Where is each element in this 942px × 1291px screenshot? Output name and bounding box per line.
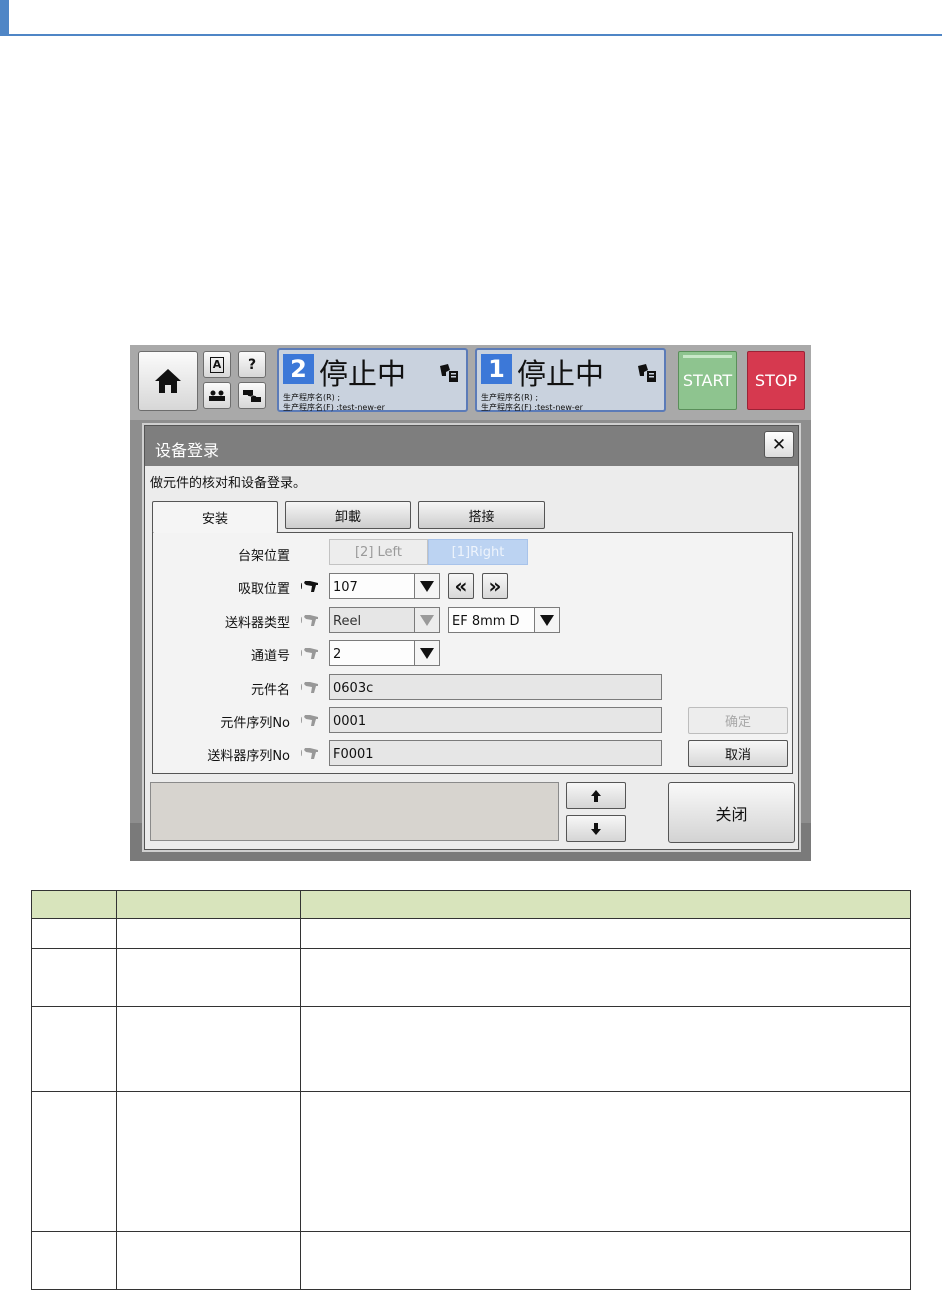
lane-label: 通道号 [250, 649, 290, 664]
pick-label: 吸取位置 [237, 582, 290, 597]
feeder-type-label: 送料器类型 [224, 616, 290, 631]
table-row [31, 1006, 911, 1092]
language-icon: A [209, 356, 225, 373]
confirm-button[interactable]: 确定 [688, 707, 788, 734]
scroll-up-button[interactable] [566, 782, 626, 809]
users-icon [209, 390, 225, 401]
rack-right-option[interactable]: [1]Right [428, 539, 528, 565]
scanner-icon [301, 648, 318, 659]
scanner-icon [301, 682, 318, 693]
part-serial-label: 元件序列No [220, 716, 290, 731]
arrow-down-icon [591, 822, 601, 835]
pick-position-select[interactable]: 107 [329, 573, 415, 599]
help-icon: ? [247, 356, 257, 373]
dialog-description: 做元件的核对和设备登录。 [150, 476, 307, 491]
cancel-button[interactable]: 取消 [688, 740, 788, 767]
feeder-type-select: Reel [329, 607, 415, 633]
feeder-type-dropdown [414, 607, 440, 633]
program-f: 生产程序名(F) :test-new-er [481, 403, 583, 412]
lane-number: 2 [283, 354, 314, 384]
lane-select[interactable]: 2 [329, 640, 415, 666]
scanner-icon [301, 581, 318, 592]
language-button[interactable]: A [203, 351, 231, 378]
rack-left-option[interactable]: [2] Left [329, 539, 428, 565]
home-icon [155, 369, 181, 393]
lane-number: 1 [481, 354, 512, 384]
part-serial-field[interactable]: 0001 [329, 707, 662, 733]
machine-screenshot: A ? 2 停止中 生产程序名(R) ; 生产程序名(F) :test-new-… [130, 345, 811, 861]
hand-icon [440, 364, 458, 382]
table-row [31, 948, 911, 1007]
description-table [31, 890, 911, 1290]
part-name-field[interactable]: 0603c [329, 674, 662, 700]
start-button[interactable]: START [678, 351, 737, 410]
header-accent [0, 0, 9, 36]
lane-state: 停止中 [319, 357, 407, 391]
tab-splice[interactable]: 搭接 [418, 501, 545, 529]
header-rule [0, 34, 942, 36]
dialog-title: 设备登录 [145, 426, 798, 466]
chevron-down-icon [420, 647, 434, 659]
table-header-cell [116, 890, 301, 919]
table-row [31, 1231, 911, 1290]
home-button[interactable] [138, 351, 198, 411]
install-form: 台架位置 [2] Left [1]Right 吸取位置 107 « » 送料器类… [152, 532, 793, 774]
feeder-model-dropdown[interactable] [534, 607, 560, 633]
chevron-down-icon [540, 614, 554, 626]
table-row [31, 1091, 911, 1232]
lane-dropdown[interactable] [414, 640, 440, 666]
chevron-down-icon [420, 614, 434, 626]
machine-toolbar: A ? 2 停止中 生产程序名(R) ; 生产程序名(F) :test-new-… [130, 345, 811, 420]
network-icon [243, 389, 261, 402]
message-area [150, 782, 559, 841]
dialog-close-button[interactable]: ✕ [764, 431, 794, 458]
scanner-icon [301, 615, 318, 626]
help-button[interactable]: ? [238, 351, 266, 378]
scroll-down-button[interactable] [566, 815, 626, 842]
feeder-serial-label: 送料器序列No [207, 749, 290, 764]
arrow-up-icon [591, 789, 601, 802]
close-dialog-button[interactable]: 关闭 [668, 782, 795, 843]
pick-position-dropdown[interactable] [414, 573, 440, 599]
prev-position-button[interactable]: « [448, 573, 474, 599]
part-name-label: 元件名 [250, 683, 290, 698]
users-button[interactable] [203, 382, 231, 409]
hand-icon [638, 364, 656, 382]
document-header [0, 0, 942, 36]
tab-install[interactable]: 安装 [152, 501, 278, 533]
table-header-cell [300, 890, 911, 919]
scanner-icon [301, 715, 318, 726]
table-header-cell [31, 890, 117, 919]
stop-button[interactable]: STOP [747, 351, 805, 410]
program-f: 生产程序名(F) :test-new-er [283, 403, 385, 412]
feeder-serial-field[interactable]: F0001 [329, 740, 662, 766]
lane-state: 停止中 [517, 357, 605, 391]
table-row [31, 918, 911, 949]
next-position-button[interactable]: » [482, 573, 508, 599]
scanner-icon [301, 748, 318, 759]
device-register-dialog: 设备登录 ✕ 做元件的核对和设备登录。 安装 卸載 搭接 台架位置 [2] Le… [144, 425, 799, 850]
network-button[interactable] [238, 382, 266, 409]
lane-status-1[interactable]: 1 停止中 生产程序名(R) ; 生产程序名(F) :test-new-er [475, 348, 666, 412]
rack-label: 台架位置 [237, 549, 290, 564]
chevron-down-icon [420, 580, 434, 592]
lane-status-2[interactable]: 2 停止中 生产程序名(R) ; 生产程序名(F) :test-new-er [277, 348, 468, 412]
feeder-model-select[interactable]: EF 8mm D [448, 607, 535, 633]
tab-unload[interactable]: 卸載 [285, 501, 411, 529]
